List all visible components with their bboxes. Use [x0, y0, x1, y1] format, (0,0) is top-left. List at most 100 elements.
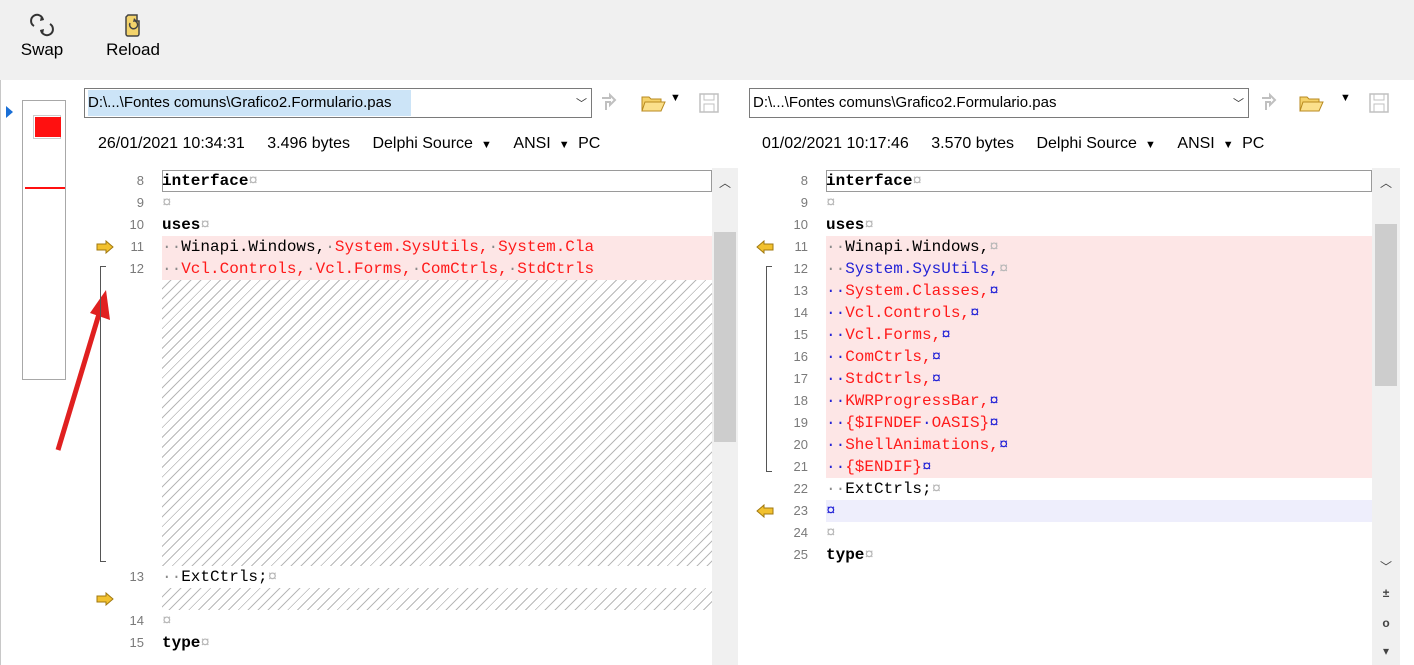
code-line[interactable]: ··ComCtrls,¤	[826, 346, 1372, 368]
left-format-select[interactable]: Delphi Source ▼	[372, 135, 491, 152]
chevron-down-icon[interactable]: ﹀	[576, 90, 587, 117]
code-token: KWRProgressBar,	[845, 392, 990, 410]
code-line[interactable]: ··StdCtrls,¤	[826, 368, 1372, 390]
left-lineend[interactable]: PC	[578, 135, 600, 152]
open-dropdown-icon[interactable]: ▼	[1340, 92, 1351, 104]
code-line[interactable]: ··Winapi.Windows,·System.SysUtils,·Syste…	[162, 236, 712, 258]
code-line[interactable]: type¤	[162, 632, 712, 654]
left-scrollbar-thumb[interactable]	[714, 232, 736, 442]
code-token: ¤	[162, 194, 172, 212]
code-token: {$ENDIF}	[845, 458, 923, 476]
code-token: ¤	[826, 524, 836, 542]
scroll-up-icon[interactable]: ︿	[714, 174, 736, 191]
left-code-pane[interactable]: interface¤ ¤ uses¤ ··Winapi.Windows,·System…	[162, 168, 712, 665]
line-number: 9	[136, 195, 144, 210]
code-token: ¤	[200, 634, 211, 652]
right-code-pane[interactable]: interface¤ ¤ uses¤ ··Winapi.Windows,¤ ··Syst…	[826, 168, 1372, 665]
swap-button[interactable]: Swap	[18, 12, 66, 74]
left-path-combobox[interactable]: D:\...\Fontes comuns\Grafico2.Formulario…	[84, 88, 592, 118]
code-line[interactable]: uses¤	[162, 214, 712, 236]
chevron-down-icon[interactable]: ﹀	[1233, 90, 1244, 117]
current-diff-icon[interactable]: o	[1375, 616, 1397, 630]
code-line[interactable]: ··Vcl.Controls,¤	[826, 302, 1372, 324]
scroll-up-icon[interactable]: ︿	[1375, 174, 1397, 191]
diff-arrow-left-icon[interactable]	[756, 240, 774, 254]
reload-label: Reload	[106, 40, 160, 59]
code-token: ¤	[941, 326, 951, 344]
code-line[interactable]: ··Winapi.Windows,¤	[826, 236, 1372, 258]
code-line[interactable]: ¤	[162, 192, 712, 214]
reload-button[interactable]: Reload	[98, 12, 168, 74]
code-token: ·	[325, 238, 335, 256]
code-token: ··	[826, 392, 846, 410]
code-line[interactable]: ··KWRProgressBar,¤	[826, 390, 1372, 412]
code-token: ¤	[931, 348, 942, 366]
change-bracket	[766, 266, 772, 472]
code-line[interactable]: ¤	[826, 500, 1372, 522]
save-icon[interactable]	[1368, 92, 1390, 114]
line-number: 10	[793, 217, 808, 232]
right-lineend[interactable]: PC	[1242, 135, 1264, 152]
open-folder-icon[interactable]	[1298, 92, 1324, 114]
scroll-down-icon[interactable]: ﹀	[1375, 558, 1397, 575]
code-line[interactable]: ¤	[826, 192, 1372, 214]
code-token: ¤	[864, 216, 875, 234]
diff-arrow-left-icon[interactable]	[756, 504, 774, 518]
code-line[interactable]: type¤	[826, 544, 1372, 566]
right-scrollbar-thumb[interactable]	[1375, 224, 1397, 386]
open-dropdown-icon[interactable]: ▼	[670, 92, 681, 104]
left-encoding-select[interactable]: ANSI ▼	[513, 135, 569, 152]
code-token: ¤	[989, 282, 999, 300]
prev-diff-icon[interactable]: ±	[1375, 586, 1397, 600]
code-line[interactable]: ¤	[826, 522, 1372, 544]
diff-arrow-right-icon[interactable]	[96, 240, 114, 254]
right-format-select[interactable]: Delphi Source ▼	[1036, 135, 1155, 152]
left-path-text: D:\...\Fontes comuns\Grafico2.Formulario…	[88, 90, 412, 116]
code-line[interactable]: ··Vcl.Controls,·Vcl.Forms,·ComCtrls,·Std…	[162, 258, 712, 280]
code-token: ¤	[998, 260, 1009, 278]
right-vertical-scrollbar[interactable]: ︿ ﹀ ± o ▾	[1372, 168, 1400, 665]
code-line[interactable]: ··System.Classes,¤	[826, 280, 1372, 302]
left-encoding-value: ANSI	[513, 135, 551, 152]
code-line[interactable]: ··System.SysUtils,¤	[826, 258, 1372, 280]
code-token: ¤	[989, 238, 999, 256]
code-token: ·	[507, 260, 518, 278]
diff-arrow-right-icon[interactable]	[96, 592, 114, 606]
open-folder-icon[interactable]	[640, 92, 666, 114]
code-line[interactable]: ··{$ENDIF}¤	[826, 456, 1372, 478]
code-token: ·	[488, 238, 499, 256]
right-file-actions: ▼	[1258, 88, 1408, 118]
code-token: ¤	[267, 568, 278, 586]
line-number: 11	[130, 239, 145, 254]
code-token: ··	[826, 304, 846, 322]
right-file-size: 3.570 bytes	[931, 135, 1014, 152]
right-path-combobox[interactable]: D:\...\Fontes comuns\Grafico2.Formulario…	[749, 88, 1249, 118]
code-line[interactable]: uses¤	[826, 214, 1372, 236]
code-token: uses	[826, 216, 865, 234]
left-vertical-scrollbar[interactable]: ︿	[712, 168, 738, 665]
code-line[interactable]: ··Vcl.Forms,¤	[826, 324, 1372, 346]
code-token: ··	[826, 282, 846, 300]
code-line[interactable]: interface¤	[826, 170, 1372, 192]
code-line[interactable]: ··ExtCtrls;¤	[826, 478, 1372, 500]
reload-file-icon[interactable]	[1258, 92, 1280, 114]
reload-file-icon[interactable]	[598, 92, 620, 114]
missing-lines-placeholder	[162, 588, 712, 610]
code-line[interactable]: ··ShellAnimations,¤	[826, 434, 1372, 456]
code-line[interactable]: interface¤	[162, 170, 712, 192]
annotation-arrow-icon	[55, 290, 110, 451]
line-number: 16	[793, 349, 808, 364]
code-token: Winapi.Windows,	[845, 238, 990, 256]
next-diff-icon[interactable]: ▾	[1375, 644, 1397, 658]
line-number: 22	[793, 481, 808, 496]
code-line[interactable]: ··ExtCtrls;¤	[162, 566, 712, 588]
line-number: 13	[793, 283, 808, 298]
code-token: ··	[162, 568, 182, 586]
code-token: ··	[162, 260, 182, 278]
chevron-down-icon: ▼	[1144, 139, 1156, 151]
chevron-down-icon: ▼	[558, 139, 570, 151]
code-line[interactable]: ··{$IFNDEF·OASIS}¤	[826, 412, 1372, 434]
right-encoding-select[interactable]: ANSI ▼	[1177, 135, 1233, 152]
save-icon[interactable]	[698, 92, 720, 114]
code-line[interactable]: ¤	[162, 610, 712, 632]
